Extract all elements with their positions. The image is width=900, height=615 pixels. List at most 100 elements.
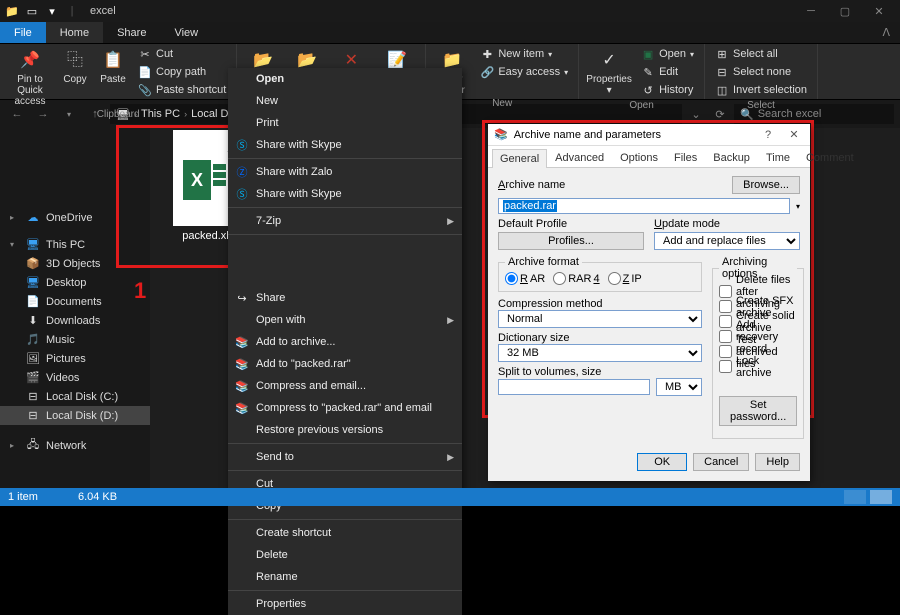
ctx-share[interactable]: ↪Share <box>228 287 462 309</box>
tab-view[interactable]: View <box>160 22 212 43</box>
dialog-tab-advanced[interactable]: Advanced <box>547 148 612 167</box>
ctx-restore-versions[interactable]: Restore previous versions <box>228 419 462 441</box>
ribbon-tabs: File Home Share View ᐱ <box>0 22 900 44</box>
ctx-compress-email[interactable]: 📚Compress and email... <box>228 375 462 397</box>
close-button[interactable]: ✕ <box>862 0 896 22</box>
dialog-close-button[interactable]: ✕ <box>784 128 804 141</box>
paste-button[interactable]: 📋 Paste <box>96 46 130 85</box>
radio-rar[interactable]: RAR <box>505 272 545 285</box>
sidebar-item-3d-objects[interactable]: 📦3D Objects <box>0 254 150 273</box>
view-large-icons-button[interactable] <box>870 490 892 504</box>
help-button[interactable]: Help <box>755 453 800 471</box>
paste-shortcut-icon: 📎 <box>138 84 152 97</box>
compression-select[interactable]: Normal <box>498 310 702 328</box>
ctx-delete[interactable]: Delete <box>228 544 462 566</box>
archiving-options-group: Archiving options Delete files after arc… <box>712 256 804 439</box>
qat-dropdown-icon[interactable]: ▾ <box>44 3 60 19</box>
ctx-add-to-packed-rar[interactable]: 📚Add to "packed.rar" <box>228 353 462 375</box>
ctx-7zip[interactable]: 7-Zip▶ <box>228 210 462 232</box>
edit-button[interactable]: ✎Edit <box>637 64 698 80</box>
select-none-button[interactable]: ⊟Select none <box>711 64 811 80</box>
ctx-open[interactable]: Open <box>228 68 462 90</box>
sidebar-item-local-disk-c[interactable]: ⊟Local Disk (C:) <box>0 387 150 406</box>
chevron-right-icon: ▶ <box>447 452 454 463</box>
ctx-send-to[interactable]: Send to▶ <box>228 446 462 468</box>
titlebar: 📁 ▭ ▾ | excel ─ ▢ ✕ <box>0 0 900 22</box>
dialog-tabs: General Advanced Options Files Backup Ti… <box>488 146 810 168</box>
tab-share[interactable]: Share <box>103 22 160 43</box>
sidebar-item-music[interactable]: 🎵Music <box>0 330 150 349</box>
ctx-share-skype-2[interactable]: ⓈShare with Skype <box>228 183 462 205</box>
history-icon: ↺ <box>641 84 655 97</box>
sidebar-item-downloads[interactable]: ⬇Downloads <box>0 311 150 330</box>
copy-button[interactable]: ⿻ Copy <box>58 46 92 85</box>
split-size-input[interactable] <box>498 379 650 395</box>
invert-selection-button[interactable]: ◫Invert selection <box>711 82 811 98</box>
dialog-tab-general[interactable]: General <box>492 149 547 168</box>
profiles-button[interactable]: Profiles... <box>498 232 644 250</box>
minimize-button[interactable]: ─ <box>794 0 828 22</box>
update-mode-label: Update mode <box>654 218 720 230</box>
radio-rar4[interactable]: RAR4 <box>553 272 599 285</box>
pin-to-quick-access-button[interactable]: 📌 Pin to Quick access <box>6 46 54 107</box>
split-unit-select[interactable]: MB <box>656 378 702 396</box>
sidebar-item-network[interactable]: ▸🖧Network <box>0 433 150 458</box>
ctx-properties[interactable]: Properties <box>228 593 462 615</box>
tab-home[interactable]: Home <box>46 22 103 43</box>
cut-button[interactable]: ✂Cut <box>134 46 230 62</box>
ctx-create-shortcut[interactable]: Create shortcut <box>228 522 462 544</box>
new-item-button[interactable]: ✚New item ▾ <box>476 46 572 62</box>
sidebar-item-documents[interactable]: 📄Documents <box>0 292 150 311</box>
sidebar-item-videos[interactable]: 🎬Videos <box>0 368 150 387</box>
sidebar-item-desktop[interactable]: 🖥Desktop <box>0 273 150 292</box>
easy-access-button[interactable]: 🔗Easy access ▾ <box>476 64 572 80</box>
update-mode-select[interactable]: Add and replace files <box>654 232 800 250</box>
ctx-share-zalo[interactable]: ⓏShare with Zalo <box>228 161 462 183</box>
dialog-help-button[interactable]: ? <box>758 129 778 141</box>
sidebar-item-pictures[interactable]: 🖼Pictures <box>0 349 150 368</box>
ctx-sep <box>228 470 462 471</box>
sidebar-item-onedrive[interactable]: ▸☁OneDrive <box>0 208 150 227</box>
sidebar-item-local-disk-d[interactable]: ⊟Local Disk (D:) <box>0 406 150 425</box>
properties-button[interactable]: ✓Properties▾ <box>585 46 633 96</box>
archive-name-input[interactable]: packed.rar <box>498 198 790 214</box>
winrar-icon: 📚 <box>494 128 508 141</box>
ctx-new[interactable]: New <box>228 90 462 112</box>
ctx-compress-packed-email[interactable]: 📚Compress to "packed.rar" and email <box>228 397 462 419</box>
collapse-ribbon-button[interactable]: ᐱ <box>872 22 900 43</box>
copy-path-icon: 📄 <box>138 66 152 79</box>
skype-icon: Ⓢ <box>234 186 250 202</box>
radio-zip[interactable]: ZIP <box>608 272 642 285</box>
paste-shortcut-button[interactable]: 📎Paste shortcut <box>134 82 230 98</box>
nav-sidebar: ▸☁OneDrive ▾🖥This PC 📦3D Objects 🖥Deskto… <box>0 128 150 488</box>
browse-button[interactable]: Browse... <box>732 176 800 194</box>
select-all-button[interactable]: ⊞Select all <box>711 46 811 62</box>
ctx-print[interactable]: Print <box>228 112 462 134</box>
qat-checkbox-icon[interactable]: ▭ <box>24 3 40 19</box>
dialog-tab-comment[interactable]: Comment <box>798 148 862 167</box>
check-lock[interactable]: Lock archive <box>719 359 797 374</box>
archive-name-dropdown[interactable]: ▾ <box>796 202 800 211</box>
dialog-tab-time[interactable]: Time <box>758 148 798 167</box>
set-password-button[interactable]: Set password... <box>719 396 797 426</box>
ctx-add-to-archive[interactable]: 📚Add to archive... <box>228 331 462 353</box>
tab-file[interactable]: File <box>0 22 46 43</box>
ctx-open-with[interactable]: Open with▶ <box>228 309 462 331</box>
ctx-rename[interactable]: Rename <box>228 566 462 588</box>
dialog-tab-backup[interactable]: Backup <box>705 148 758 167</box>
maximize-button[interactable]: ▢ <box>828 0 862 22</box>
ok-button[interactable]: OK <box>637 453 687 471</box>
chevron-right-icon: ▶ <box>447 216 454 227</box>
view-details-button[interactable] <box>844 490 866 504</box>
open-button[interactable]: ▣Open ▾ <box>637 46 698 62</box>
dialog-tab-files[interactable]: Files <box>666 148 705 167</box>
history-button[interactable]: ↺History <box>637 82 698 98</box>
cancel-button[interactable]: Cancel <box>693 453 749 471</box>
archive-format-group: Archive format RAR RAR4 ZIP <box>498 256 702 292</box>
dialog-title: Archive name and parameters <box>514 129 661 141</box>
copy-path-button[interactable]: 📄Copy path <box>134 64 230 80</box>
sidebar-item-this-pc[interactable]: ▾🖥This PC <box>0 235 150 254</box>
ctx-share-skype[interactable]: ⓈShare with Skype <box>228 134 462 156</box>
dialog-tab-options[interactable]: Options <box>612 148 666 167</box>
dictionary-select[interactable]: 32 MB <box>498 344 702 362</box>
